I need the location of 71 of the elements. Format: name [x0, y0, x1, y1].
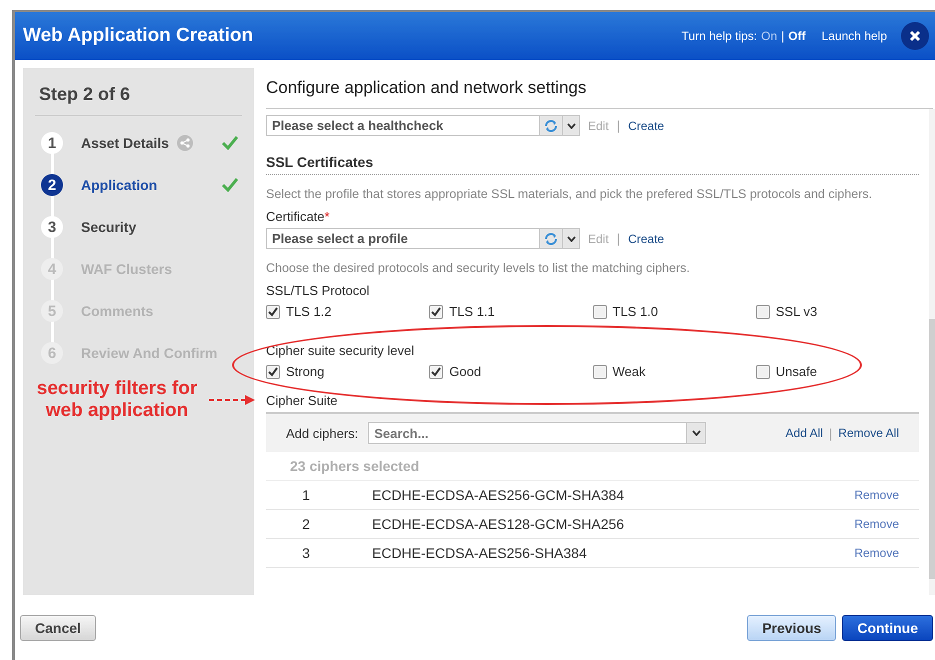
step-number: 2 [41, 174, 63, 196]
checkbox[interactable] [756, 364, 770, 378]
remove-link[interactable]: Remove [854, 488, 899, 502]
separator: | [828, 426, 832, 440]
row-number: 3 [301, 545, 311, 561]
field-label: Certificate* [266, 209, 331, 224]
checkbox[interactable] [429, 364, 444, 378]
checkbox[interactable] [756, 304, 770, 318]
checkbox-label: Weak [612, 364, 646, 379]
search-field[interactable]: Search... [368, 422, 688, 444]
row-number: 2 [301, 516, 311, 532]
section-heading: SSL Certificates [266, 140, 919, 175]
cipher-name: ECDHE-ECDSA-AES128-GCM-SHA256 [372, 516, 626, 532]
window-title: Web Application Creation [23, 25, 254, 47]
help-tips-option[interactable]: Off [788, 29, 806, 43]
checkbox-label: TLS 1.2 [286, 304, 332, 319]
close-button[interactable] [901, 22, 929, 50]
previous-button[interactable]: Previous [747, 615, 836, 641]
scrollbar-thumb[interactable] [929, 319, 935, 579]
cancel-button[interactable]: Cancel [20, 615, 96, 641]
close-icon[interactable] [909, 30, 921, 42]
checkbox-label: TLS 1.0 [612, 304, 658, 319]
add-ciphers-label: Add ciphers: [286, 426, 358, 440]
field-label: SSL/TLS Protocol [266, 283, 370, 298]
checkbox[interactable] [429, 304, 444, 318]
caret-down-icon[interactable] [566, 122, 576, 128]
field-label: Cipher Suite [266, 393, 339, 408]
protocol-hint: Choose the desired protocols and security levels to list the matching ciphers. [266, 261, 691, 275]
checkbox[interactable] [592, 304, 606, 318]
remove-link[interactable]: Remove [854, 546, 899, 560]
continue-button[interactable]: Continue [842, 615, 933, 641]
checkbox[interactable] [266, 304, 280, 318]
help-tips-label: Turn help tips: [682, 29, 758, 43]
remove-link[interactable]: Remove [854, 517, 899, 531]
cipher-name: ECDHE-ECDSA-AES256-GCM-SHA384 [372, 487, 626, 503]
annotation-text: security filters for web application [36, 378, 198, 422]
add-all-link[interactable]: Add All [786, 426, 823, 440]
caret-down-icon[interactable] [692, 430, 701, 436]
checkbox-label: Strong [286, 364, 324, 379]
field-label: Cipher suite security level [266, 343, 416, 358]
caret-down-icon[interactable] [566, 236, 576, 242]
separator: | [781, 29, 784, 43]
remove-all-link[interactable]: Remove All [838, 426, 899, 440]
cipher-name: ECDHE-ECDSA-AES256-SHA384 [372, 545, 588, 561]
row-number: 1 [301, 487, 311, 503]
dashed-arrow [209, 394, 255, 406]
selected-count: 23 ciphers selected [266, 452, 919, 481]
checkbox[interactable] [592, 364, 606, 378]
refresh-icon[interactable] [544, 118, 558, 132]
separator: | [616, 118, 620, 133]
checkbox-label: SSL v3 [776, 304, 818, 319]
section-description: Select the profile that stores appropriate SSL materials, and pick the prefered SSL/TLS protocols and ciphers. [266, 187, 874, 201]
step-number: 1 [41, 132, 63, 154]
step-counter: Step 2 of 6 [35, 78, 242, 116]
launch-help-link[interactable]: Launch help [822, 29, 887, 43]
checkbox-label: TLS 1.1 [449, 304, 495, 319]
select-field[interactable]: Please select a healthcheck [266, 115, 580, 136]
separator: | [616, 231, 620, 246]
checkbox-label: Good [449, 364, 482, 379]
select-field[interactable]: Please select a profile [266, 228, 580, 249]
step-label[interactable]: Application [81, 177, 158, 193]
step-label[interactable]: Asset Details [81, 135, 169, 151]
refresh-icon[interactable] [544, 232, 558, 246]
help-tips-option[interactable]: On [761, 29, 778, 43]
step-label[interactable]: Security [81, 219, 136, 235]
checkbox[interactable] [266, 364, 280, 378]
page-heading: Configure application and network settings [266, 68, 933, 109]
create-link[interactable]: Create [628, 232, 664, 246]
create-link[interactable]: Create [628, 118, 664, 132]
checkbox-label: Unsafe [776, 364, 817, 379]
step-number: 3 [41, 216, 63, 238]
